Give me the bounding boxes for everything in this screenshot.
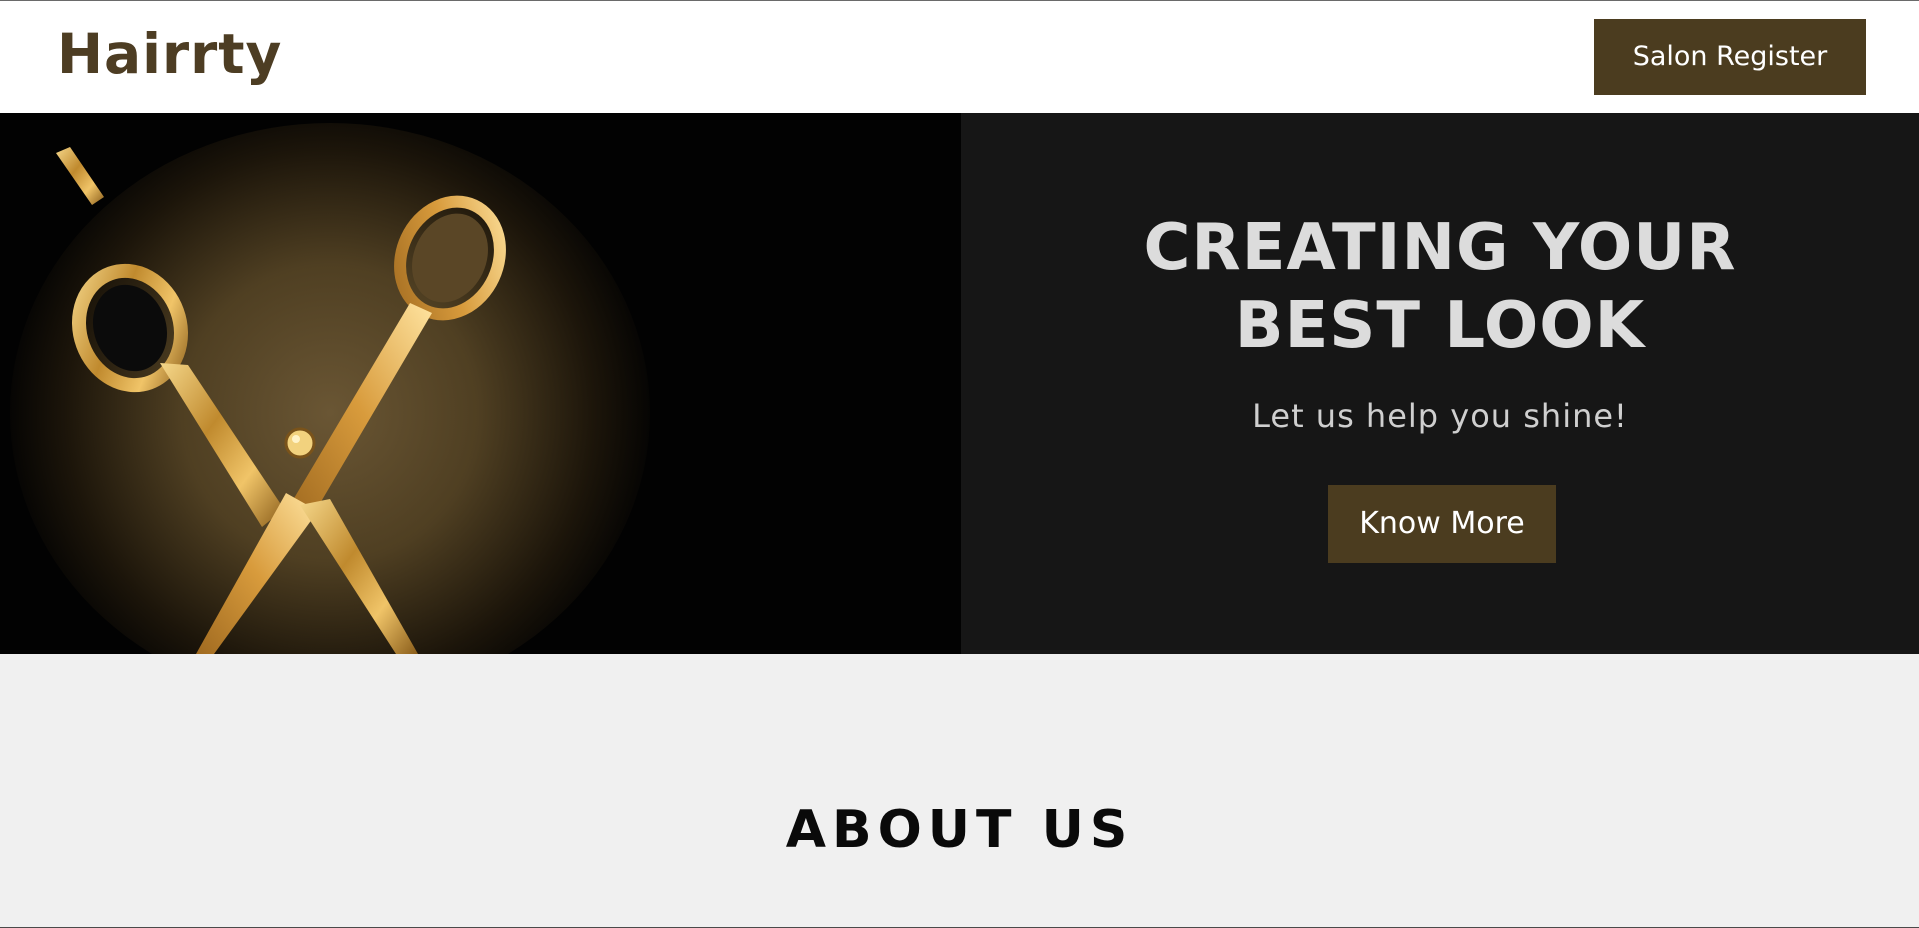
- site-logo[interactable]: Hairrty: [57, 21, 282, 87]
- hero-title-line1: CREATING YOUR: [1143, 211, 1737, 285]
- hero-subtitle: Let us help you shine!: [1252, 397, 1628, 435]
- site-header: Hairrty Salon Register: [0, 1, 1919, 113]
- salon-register-button[interactable]: Salon Register: [1594, 19, 1866, 95]
- golden-scissors-image: [0, 113, 961, 654]
- know-more-button[interactable]: Know More: [1328, 485, 1556, 563]
- about-title: ABOUT US: [785, 800, 1134, 860]
- hero-panel: CREATING YOUR BEST LOOK Let us help you …: [961, 113, 1919, 654]
- hero-section: CREATING YOUR BEST LOOK Let us help you …: [0, 113, 1919, 654]
- hero-title-line2: BEST LOOK: [1234, 289, 1646, 363]
- hero-title: CREATING YOUR BEST LOOK: [961, 209, 1919, 365]
- about-section: ABOUT US: [0, 654, 1919, 928]
- page: Hairrty Salon Register CREATING YOUR BES…: [0, 0, 1919, 928]
- hero-image: [0, 113, 961, 654]
